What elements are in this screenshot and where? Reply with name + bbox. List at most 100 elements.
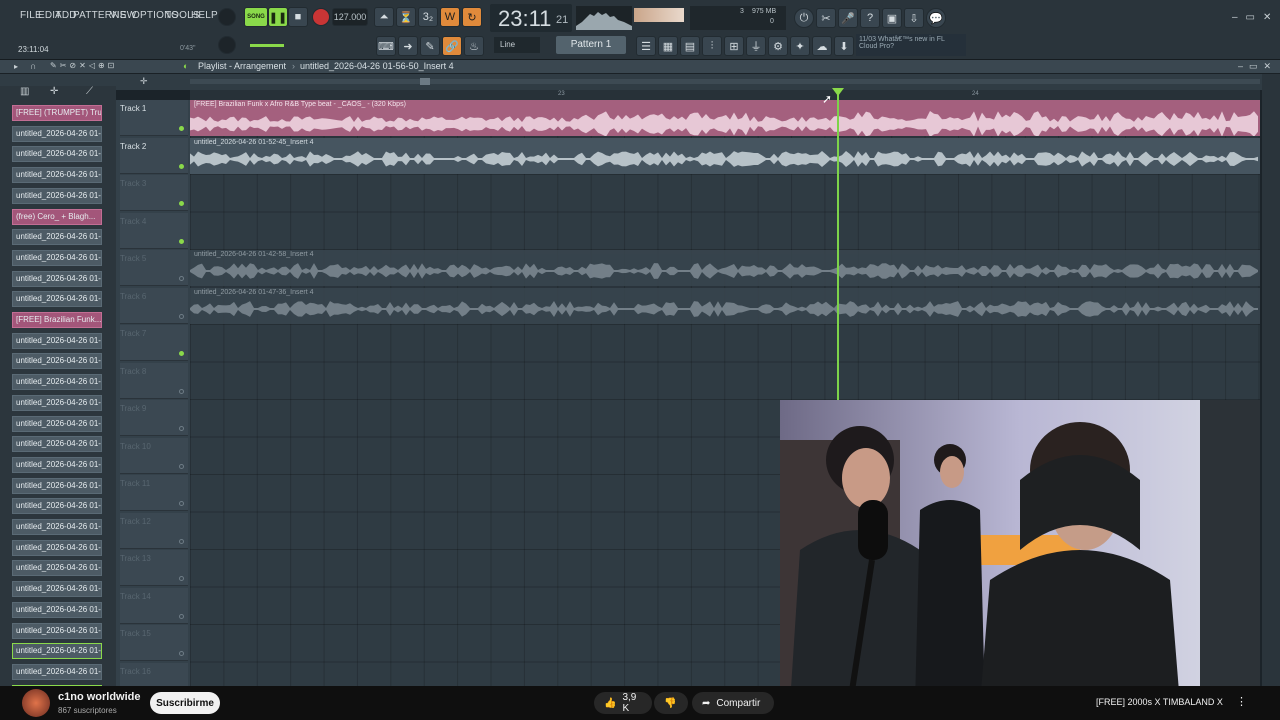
- pattern-item[interactable]: untitled_2026-04-26 01-...: [12, 560, 102, 577]
- link-button[interactable]: 🔗: [442, 36, 462, 56]
- step-edit-button[interactable]: W: [440, 7, 460, 27]
- wait-input-button[interactable]: ⏳: [396, 7, 416, 27]
- pattern-item[interactable]: untitled_2026-04-26 01-...: [12, 581, 102, 598]
- pattern-item[interactable]: untitled_2026-04-26 01-...: [12, 353, 102, 370]
- crosshair-icon[interactable]: ✛: [140, 76, 148, 87]
- audio-clip[interactable]: untitled_2026-04-26 01-42-58_Insert 4: [190, 250, 1260, 286]
- track-header[interactable]: Track 4: [120, 212, 188, 249]
- horizontal-scrollbar[interactable]: [190, 78, 1260, 85]
- timeline-ruler[interactable]: 23 24: [190, 90, 1260, 100]
- track-mute-led[interactable]: [179, 576, 184, 581]
- track-header[interactable]: Track 11: [120, 475, 188, 511]
- pattern-item[interactable]: untitled_2026-04-26 01-...: [12, 229, 102, 246]
- master-volume-knob[interactable]: [218, 8, 236, 26]
- pattern-item[interactable]: untitled_2026-04-26 01-...: [12, 436, 102, 453]
- window-controls[interactable]: –▭✕: [1232, 12, 1279, 23]
- pattern-item[interactable]: [FREE] Brazilian Funk...: [12, 312, 102, 328]
- save-button[interactable]: ▣: [882, 8, 902, 28]
- pattern-item[interactable]: untitled_2026-04-26 01-...: [12, 249, 102, 266]
- picker-view-icon[interactable]: ▥: [20, 86, 29, 97]
- pattern-item[interactable]: untitled_2026-04-26 01-...: [12, 477, 102, 494]
- song-mode-toggle[interactable]: SONG: [244, 7, 268, 27]
- track-mute-led[interactable]: [179, 463, 184, 469]
- master-pitch-knob[interactable]: [218, 36, 236, 54]
- playlist-play-icon[interactable]: ◐: [183, 61, 188, 71]
- countdown-button[interactable]: 3₂: [418, 7, 438, 27]
- render-button[interactable]: ⇩: [904, 8, 924, 28]
- master-volume-slider[interactable]: [250, 44, 284, 47]
- snap-selector[interactable]: Line: [494, 37, 540, 53]
- pattern-item[interactable]: untitled_2026-04-26 01-...: [12, 622, 102, 639]
- pattern-item[interactable]: untitled_2026-04-26 01-...: [12, 125, 102, 142]
- pattern-item[interactable]: untitled_2026-04-26 01-...: [12, 146, 102, 163]
- channel-rack-button[interactable]: ▦: [658, 36, 678, 56]
- more-options-icon[interactable]: ⋮: [1236, 695, 1247, 708]
- audio-clip[interactable]: untitled_2026-04-26 01-47-36_Insert 4: [190, 287, 1260, 324]
- record-button[interactable]: [312, 8, 330, 26]
- touch-controller-button[interactable]: ⚙: [768, 36, 788, 56]
- pattern-item[interactable]: untitled_2026-04-26 01-...: [12, 519, 102, 535]
- playlist-window-controls[interactable]: –▭✕: [1238, 61, 1277, 72]
- draw-button[interactable]: ✎: [420, 36, 440, 56]
- track-mute-led[interactable]: [179, 313, 184, 319]
- help-button[interactable]: ?: [860, 8, 880, 28]
- pattern-item[interactable]: untitled_2026-04-26 01-...: [12, 291, 102, 308]
- pattern-item[interactable]: untitled_2026-04-26 01-...: [12, 601, 102, 618]
- playhead[interactable]: [837, 90, 839, 400]
- pattern-item[interactable]: untitled_2026-04-26 01-...: [12, 394, 102, 411]
- track-mute-led[interactable]: [179, 388, 184, 394]
- track-header[interactable]: Track 2: [120, 137, 188, 174]
- stamp-button[interactable]: ♨: [464, 36, 484, 56]
- magnet-icon[interactable]: ∩: [30, 61, 36, 71]
- audio-clip[interactable]: [FREE] Brazilian Funk x Afro R&B Type be…: [190, 100, 1260, 136]
- tools-button[interactable]: ✂: [816, 8, 836, 28]
- like-button[interactable]: 👍 3,9 K: [594, 692, 652, 714]
- playlist-tools[interactable]: ✎✂⊘✕◁⊕⊡: [50, 61, 117, 70]
- track-mute-led[interactable]: [179, 501, 184, 506]
- track-header[interactable]: Track 1: [120, 100, 188, 136]
- mixer-button[interactable]: ⫶: [702, 36, 722, 56]
- track-header[interactable]: Track 7: [120, 325, 188, 361]
- track-header[interactable]: Track 15: [120, 625, 188, 661]
- pattern-item[interactable]: untitled_2026-04-26 01-...: [12, 374, 102, 391]
- track-header[interactable]: Track 3: [120, 175, 188, 211]
- track-header[interactable]: Track 10: [120, 437, 188, 474]
- pattern-item[interactable]: untitled_2026-04-26 01-...: [12, 663, 102, 680]
- audio-input-button[interactable]: 🎤: [838, 8, 858, 28]
- pattern-item[interactable]: untitled_2026-04-26 01-...: [12, 456, 102, 473]
- track-mute-led[interactable]: [179, 351, 184, 356]
- loop-record-button[interactable]: ↻: [462, 7, 482, 27]
- pattern-item[interactable]: untitled_2026-04-26 01-...: [12, 187, 102, 204]
- vertical-scrollbar[interactable]: [1262, 74, 1280, 686]
- stop-button[interactable]: ■: [288, 7, 308, 27]
- metronome-button[interactable]: ⏶: [374, 7, 394, 27]
- pattern-item[interactable]: untitled_2026-04-26 01-...: [12, 332, 102, 349]
- picker-tool-icon[interactable]: ⟋: [86, 86, 93, 97]
- playlist-button[interactable]: ☰: [636, 36, 656, 56]
- pause-button[interactable]: ❚❚: [268, 7, 288, 27]
- pattern-item[interactable]: [FREE] (TRUMPET) Tru...: [12, 105, 102, 121]
- pattern-item[interactable]: untitled_2026-04-26 01-...: [12, 415, 102, 432]
- download-button[interactable]: ⬇: [834, 36, 854, 56]
- picker-add-icon[interactable]: ✛: [50, 86, 58, 97]
- news-panel[interactable]: 11/03 Whatâ€™s new in FL Cloud Pro?: [856, 34, 966, 56]
- pattern-item[interactable]: untitled_2026-04-26 01-...: [12, 167, 102, 184]
- track-header[interactable]: Track 13: [120, 550, 188, 586]
- track-mute-led[interactable]: [179, 238, 184, 244]
- pattern-item[interactable]: untitled_2026-04-26 01-...: [12, 270, 102, 287]
- track-mute-led[interactable]: [179, 163, 184, 169]
- dislike-button[interactable]: 👎: [654, 692, 688, 714]
- pattern-item[interactable]: untitled_2026-04-26 01-...: [12, 643, 102, 660]
- track-header[interactable]: Track 14: [120, 587, 188, 624]
- pattern-item[interactable]: untitled_2026-04-26 01-...: [12, 539, 102, 556]
- channel-avatar[interactable]: [22, 689, 50, 717]
- track-header[interactable]: Track 9: [120, 400, 188, 436]
- audio-clip[interactable]: untitled_2026-04-26 01-52-45_Insert 4: [190, 137, 1260, 174]
- share-button[interactable]: ➦ Compartir: [692, 692, 774, 714]
- track-mute-led[interactable]: [179, 538, 184, 544]
- typing-keyboard-button[interactable]: ⌨: [376, 36, 396, 56]
- subscribe-button[interactable]: Suscribirme: [150, 692, 220, 714]
- pattern-item[interactable]: (free) Cero_ + Blagh...: [12, 208, 102, 225]
- arrow-button[interactable]: ➜: [398, 36, 418, 56]
- track-mute-led[interactable]: [179, 201, 184, 206]
